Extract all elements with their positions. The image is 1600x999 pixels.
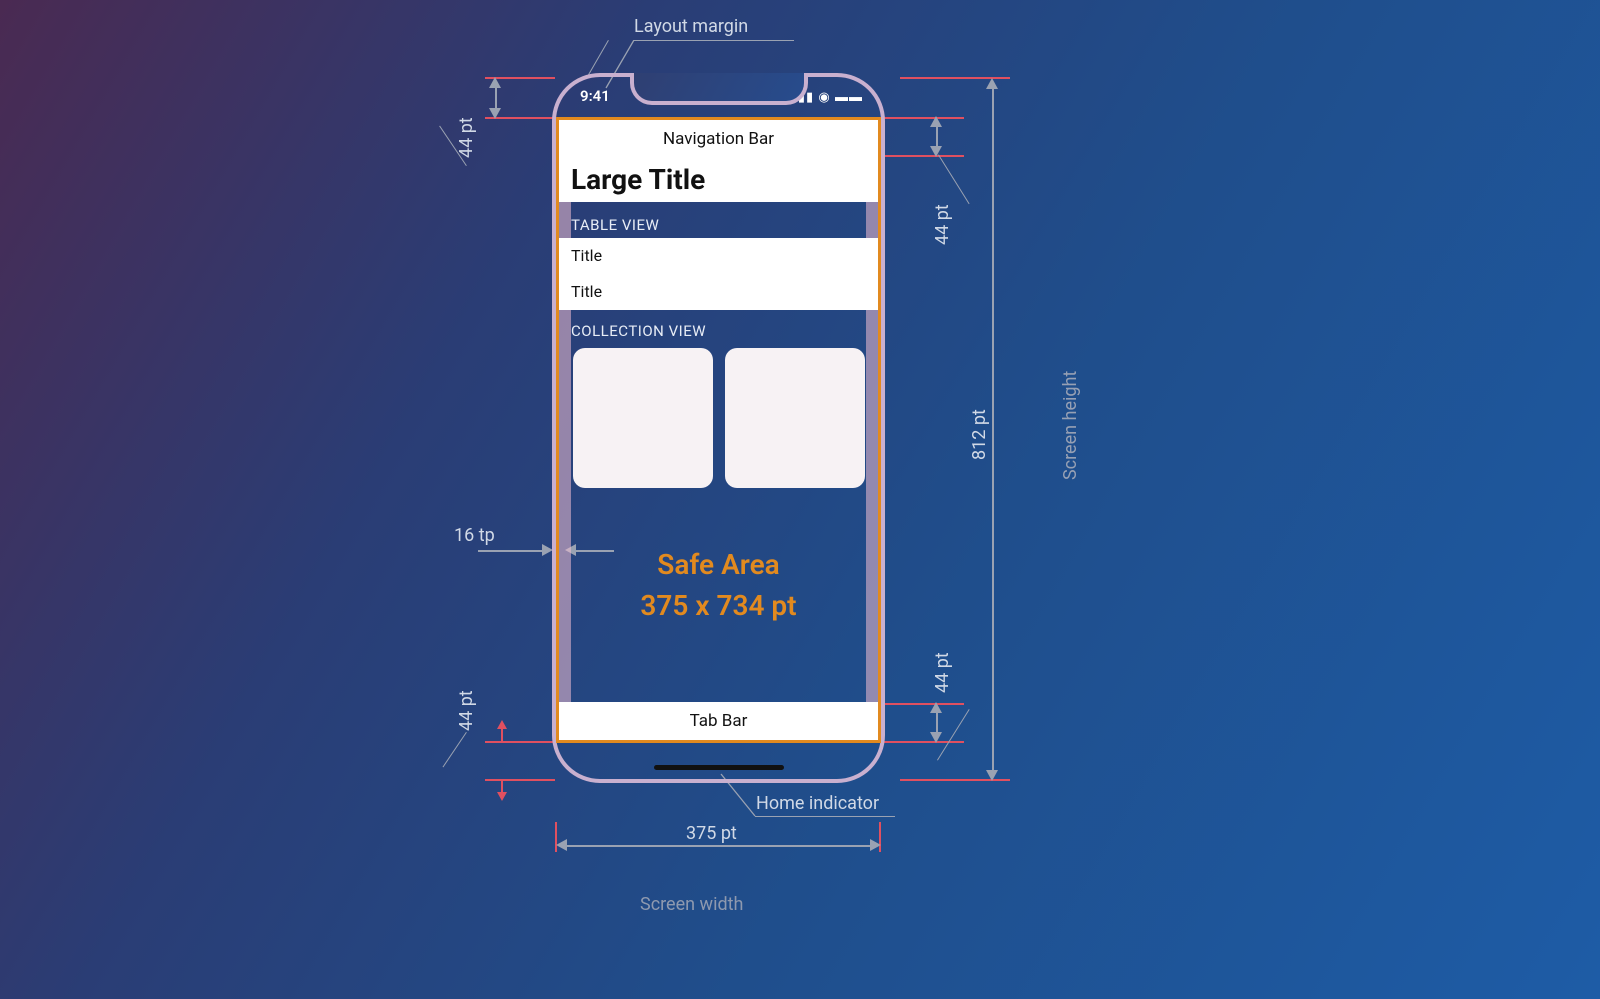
status-time: 9:41 — [580, 87, 610, 105]
table-row: Title — [559, 238, 878, 275]
safe-area-line1: Safe Area — [559, 545, 878, 586]
dim-screen-width-value: 375 pt — [686, 823, 737, 844]
dim-status-height: 44 pt — [456, 117, 477, 158]
dim-home-height: 44 pt — [456, 690, 477, 731]
safe-area: Navigation Bar Large Title TABLE VIEW Ti… — [556, 117, 881, 743]
navigation-bar: Navigation Bar — [559, 120, 878, 159]
safe-area-label: Safe Area 375 x 734 pt — [559, 545, 878, 626]
nav-bar-title: Navigation Bar — [663, 129, 774, 149]
table-view-header: TABLE VIEW — [571, 216, 659, 234]
leader-line — [634, 40, 794, 41]
dim-nav-height: 44 pt — [932, 204, 953, 245]
label-home-indicator: Home indicator — [756, 793, 879, 814]
label-screen-height: Screen height — [1060, 371, 1081, 480]
layout-margin-left — [559, 120, 571, 740]
label-layout-margin: Layout margin — [634, 16, 748, 37]
tab-bar: Tab Bar — [559, 702, 878, 740]
tab-bar-title: Tab Bar — [690, 711, 748, 731]
dim-tab-height: 44 pt — [932, 652, 953, 693]
layout-margin-right — [866, 120, 878, 740]
collection-cell — [573, 348, 713, 488]
notch — [630, 73, 808, 105]
battery-icon: ▬▬ — [835, 90, 863, 105]
phone-frame: 9:41 ▮▮▮▮ ◉ ▬▬ Navigation Bar Large Titl… — [552, 73, 885, 783]
table-row-title: Title — [571, 282, 602, 301]
dim-tick — [884, 741, 964, 743]
large-title: Large Title — [571, 163, 705, 196]
dim-screen-height-value: 812 pt — [969, 409, 990, 460]
table-row-title: Title — [571, 246, 602, 265]
collection-cell — [725, 348, 865, 488]
dim-tick — [485, 779, 555, 781]
dim-tick — [485, 741, 555, 743]
table-row: Title — [559, 274, 878, 310]
collection-view-header: COLLECTION VIEW — [571, 322, 706, 340]
dim-tick — [884, 117, 964, 119]
dim-tick — [884, 703, 964, 705]
dim-tick — [884, 155, 964, 157]
label-screen-width: Screen width — [640, 894, 743, 915]
wifi-icon: ◉ — [818, 90, 835, 105]
diagram-canvas: Layout margin 44 pt 44 pt 16 tp 44 pt 44… — [0, 0, 1600, 999]
safe-area-line2: 375 x 734 pt — [559, 586, 878, 627]
dim-margin: 16 tp — [454, 525, 495, 546]
large-title-bar: Large Title — [559, 158, 878, 202]
home-indicator-bar — [654, 765, 784, 770]
